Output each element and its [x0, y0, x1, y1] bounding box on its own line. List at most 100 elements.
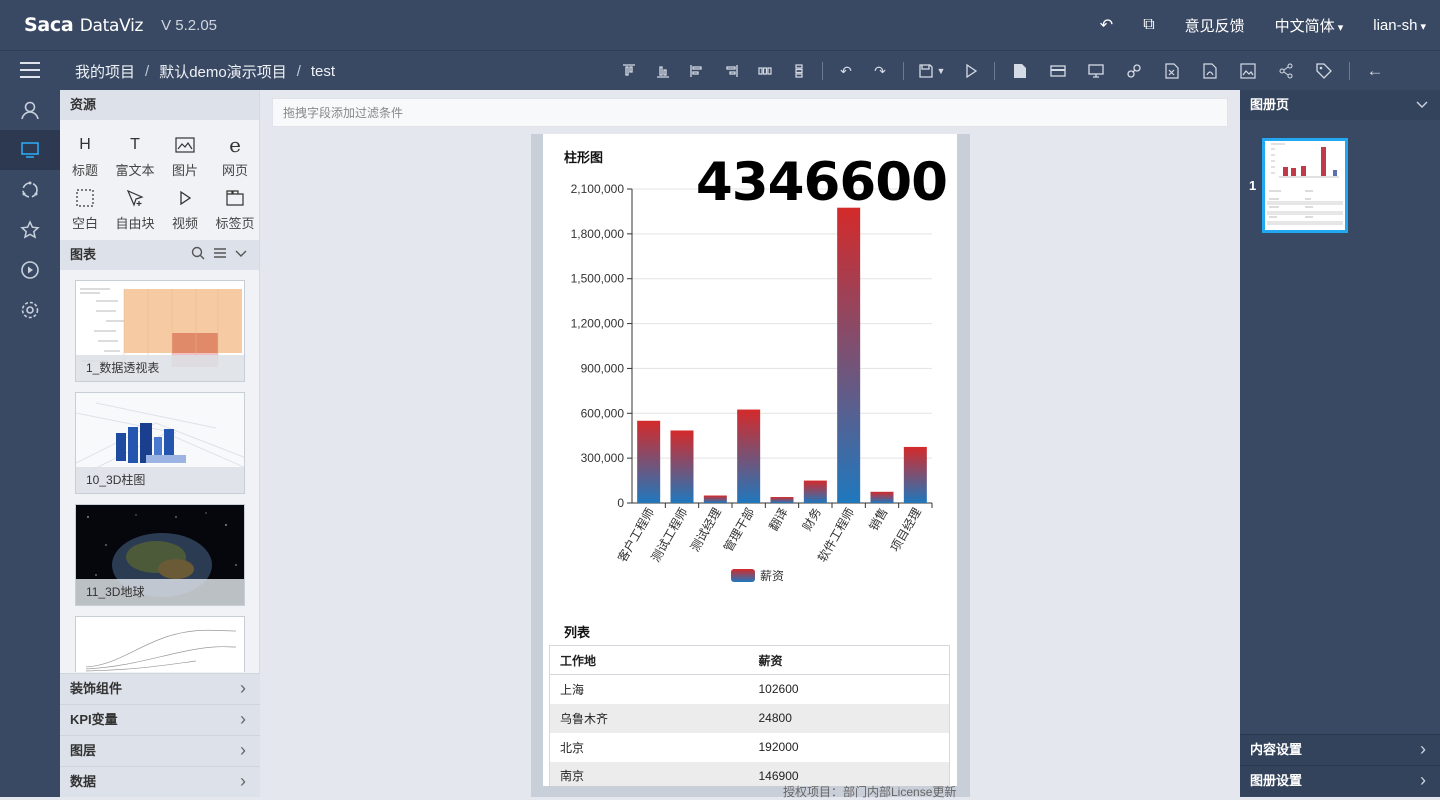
- data-table[interactable]: 工作地 薪资 上海 102600 乌鲁木齐 24800 北京 192000 南京 146…: [549, 645, 950, 786]
- res-tab-page[interactable]: 标签页: [210, 187, 260, 232]
- res-video[interactable]: 视频: [160, 187, 210, 232]
- app-logo: Saca DataViz: [24, 14, 144, 36]
- align-top-icon[interactable]: [612, 51, 646, 91]
- res-blank[interactable]: 空白: [60, 187, 110, 232]
- y-tick-label: 1,800,000: [571, 227, 625, 241]
- video-icon: [173, 187, 197, 209]
- content-settings-section[interactable]: 内容设置: [1240, 734, 1440, 765]
- user-nav-icon[interactable]: [0, 90, 60, 130]
- document-icon[interactable]: [1001, 51, 1039, 91]
- blank-icon: [73, 187, 97, 209]
- language-dropdown[interactable]: 中文简体: [1275, 15, 1344, 36]
- align-right-icon[interactable]: [714, 51, 748, 91]
- exit-arrow-icon[interactable]: ←: [1356, 51, 1394, 91]
- data-cycle-nav-icon[interactable]: [0, 170, 60, 210]
- accordion-decoration[interactable]: 装饰组件: [60, 673, 260, 704]
- distribute-vertical-icon[interactable]: [782, 51, 816, 91]
- album-settings-section[interactable]: 图册设置: [1240, 765, 1440, 796]
- kpi-value[interactable]: 4346600: [696, 152, 948, 213]
- chart-thumb-pivot[interactable]: 1_数据透视表: [75, 280, 245, 382]
- table-row: 乌鲁木齐 24800: [549, 703, 950, 733]
- undo-icon[interactable]: ↶: [829, 51, 863, 91]
- card-icon[interactable]: [1039, 51, 1077, 91]
- x-tick-label: 测试经理: [687, 505, 724, 554]
- tab-page-icon: [223, 187, 247, 209]
- distribute-horizontal-icon[interactable]: [748, 51, 782, 91]
- bar: [770, 497, 794, 503]
- table-row: 上海 102600: [560, 682, 799, 697]
- app-version: V 5.2.05: [161, 16, 218, 34]
- bar: [670, 430, 694, 503]
- res-richtext[interactable]: T 富文本: [110, 134, 160, 179]
- external-edit-icon[interactable]: ⧉: [1143, 16, 1154, 34]
- user-menu[interactable]: lian-sh: [1373, 17, 1426, 34]
- chevron-down-icon[interactable]: [1416, 90, 1428, 131]
- chart-thumb-label: 1_数据透视表: [76, 355, 244, 381]
- resource-grid: H 标题 T 富文本 图片 e 网页 空白 自由块 视频 标签页: [60, 120, 259, 240]
- link-icon[interactable]: [1115, 51, 1153, 91]
- chart-thumb-3d-bar[interactable]: 10_3D柱图: [75, 392, 245, 494]
- left-accordion: 装饰组件 KPI变量 图层 数据: [60, 673, 260, 797]
- top-bar: Saca DataViz V 5.2.05 ↶ ⧉ 意见反馈 中文简体 lian…: [0, 0, 1440, 50]
- chart-thumb-3d-earth[interactable]: 11_3D地球: [75, 504, 245, 606]
- monitor-icon[interactable]: [1077, 51, 1115, 91]
- y-tick-label: 300,000: [581, 451, 625, 465]
- play-icon[interactable]: [954, 51, 988, 91]
- breadcrumb-item-demo[interactable]: 默认demo演示项目: [159, 61, 287, 82]
- share-icon[interactable]: [1267, 51, 1305, 91]
- bar: [803, 480, 827, 503]
- search-icon[interactable]: [191, 240, 205, 270]
- pdf-export-icon[interactable]: [1191, 51, 1229, 91]
- accordion-layers[interactable]: 图层: [60, 735, 260, 766]
- chart-title: 柱形图: [564, 150, 604, 165]
- chart-thumb-line[interactable]: [75, 616, 245, 672]
- y-tick-label: 2,100,000: [571, 182, 625, 196]
- x-tick-label: 翻译: [766, 506, 790, 534]
- redo-icon[interactable]: ↷: [863, 51, 897, 91]
- free-block-icon: [123, 187, 147, 209]
- album-pages-header[interactable]: 图册页: [1240, 90, 1440, 120]
- align-left-icon[interactable]: [680, 51, 714, 91]
- bar: [737, 409, 761, 503]
- save-dropdown-icon[interactable]: ▼: [910, 51, 954, 91]
- legend-label: 薪资: [760, 569, 784, 583]
- chart-thumb-label: 11_3D地球: [76, 579, 244, 605]
- play-nav-icon[interactable]: [0, 250, 60, 290]
- list-title: 列表: [564, 625, 591, 640]
- list-view-icon[interactable]: [213, 240, 227, 270]
- res-free-block[interactable]: 自由块: [110, 187, 160, 232]
- bar: [837, 207, 861, 503]
- res-webpage[interactable]: e 网页: [210, 133, 260, 179]
- tag-icon[interactable]: [1305, 51, 1343, 91]
- feedback-link[interactable]: 意见反馈: [1185, 15, 1245, 36]
- heading-icon: H: [79, 136, 91, 153]
- filter-dropzone[interactable]: 拖拽字段添加过滤条件: [272, 98, 1228, 127]
- bar: [703, 495, 727, 503]
- star-nav-icon[interactable]: [0, 210, 60, 250]
- x-tick-label: 财务: [799, 505, 824, 533]
- accordion-kpi[interactable]: KPI变量: [60, 704, 260, 735]
- bar: [637, 420, 661, 503]
- chevron-down-icon[interactable]: [235, 240, 247, 270]
- breadcrumb: 我的项目 / 默认demo演示项目 / test: [75, 61, 336, 82]
- text-icon: T: [130, 136, 140, 153]
- res-heading[interactable]: H 标题: [60, 134, 110, 179]
- settings-nav-icon[interactable]: [0, 290, 60, 330]
- breadcrumb-item-projects[interactable]: 我的项目: [75, 61, 135, 82]
- res-image[interactable]: 图片: [160, 134, 210, 179]
- excel-export-icon[interactable]: [1153, 51, 1191, 91]
- accordion-data[interactable]: 数据: [60, 766, 260, 797]
- image-export-icon[interactable]: [1229, 51, 1267, 91]
- webpage-icon: e: [229, 133, 241, 157]
- align-bottom-icon[interactable]: [646, 51, 680, 91]
- screen-nav-icon[interactable]: [0, 130, 60, 170]
- table-header: 工作地: [549, 645, 749, 675]
- menu-icon[interactable]: [20, 62, 40, 78]
- bar: [903, 446, 927, 503]
- legend-swatch: [731, 569, 755, 582]
- left-nav: [0, 90, 60, 797]
- image-icon: [173, 134, 197, 156]
- page-number: 1: [1249, 178, 1257, 193]
- back-arrow-icon[interactable]: ↶: [1100, 15, 1113, 35]
- page-thumbnail[interactable]: [1262, 138, 1348, 233]
